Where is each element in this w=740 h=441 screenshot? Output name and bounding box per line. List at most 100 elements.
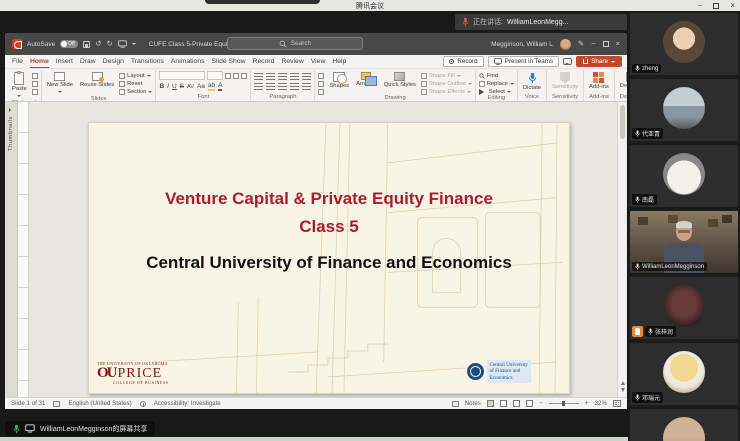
slide-number-indicator[interactable]: Slide 1 of 31	[11, 400, 45, 407]
justify-icon[interactable]	[290, 83, 299, 90]
character-spacing-button[interactable]: AV	[187, 84, 194, 90]
bullets-icon[interactable]	[254, 73, 263, 80]
participant-tile[interactable]: 代亚青	[630, 79, 738, 141]
replace-button[interactable]: Replace	[479, 81, 514, 87]
shapes-button[interactable]: Shapes	[327, 71, 351, 90]
tab-draw[interactable]: Draw	[80, 55, 96, 68]
ppt-close-icon[interactable]: ×	[616, 40, 620, 48]
comments-icon[interactable]	[563, 58, 572, 65]
tab-help[interactable]: Help	[332, 55, 346, 68]
sensitivity-button[interactable]: Sensitivity	[550, 71, 580, 91]
addins-button[interactable]: Add-ins	[587, 71, 611, 91]
share-toolbar-notch[interactable]	[205, 0, 320, 4]
tab-file[interactable]: File	[12, 55, 23, 68]
search-input[interactable]: Search	[227, 37, 363, 50]
paste-button[interactable]: Paste	[10, 71, 29, 100]
vertical-scrollbar[interactable]	[617, 102, 626, 397]
zoom-slider[interactable]	[549, 403, 579, 404]
undo-icon[interactable]: ↺	[95, 40, 101, 48]
copy-icon[interactable]	[32, 81, 38, 87]
thumbnails-pane[interactable]	[18, 102, 29, 397]
align-right-icon[interactable]	[278, 83, 287, 90]
align-center-icon[interactable]	[266, 83, 275, 90]
share-button[interactable]: Share	[576, 56, 622, 67]
format-painter-icon[interactable]	[32, 89, 38, 95]
reset-button[interactable]: Reset	[119, 81, 152, 87]
spell-check-icon[interactable]	[53, 401, 60, 407]
notes-button[interactable]: Notes	[465, 400, 481, 407]
dictate-button[interactable]: Dictate	[521, 71, 543, 92]
grow-font-icon[interactable]	[225, 73, 231, 79]
scrollbar-thumb[interactable]	[620, 105, 625, 139]
arrange-button[interactable]: Arrange	[354, 71, 379, 88]
tab-design[interactable]: Design	[103, 55, 124, 68]
save-icon[interactable]	[83, 41, 90, 48]
zoom-out-icon[interactable]: −	[539, 400, 543, 407]
decrease-indent-icon[interactable]	[278, 73, 287, 80]
text-highlight-button[interactable]: ab	[208, 82, 215, 91]
minimize-icon[interactable]: −	[698, 1, 703, 10]
reading-view-icon[interactable]	[513, 400, 520, 407]
increase-indent-icon[interactable]	[290, 73, 299, 80]
screen-share-banner[interactable]: WilliamLeonMegginson的屏幕共享	[5, 421, 155, 436]
change-case-button[interactable]: Aa	[197, 83, 205, 90]
strikethrough-button[interactable]: S	[180, 83, 184, 90]
normal-view-icon[interactable]	[487, 400, 494, 407]
slide[interactable]: Venture Capital & Private Equity Finance…	[88, 122, 570, 394]
zoom-knob[interactable]	[562, 401, 565, 406]
tab-animations[interactable]: Animations	[171, 55, 205, 68]
numbering-icon[interactable]	[266, 73, 275, 80]
quick-access-caret-icon[interactable]	[132, 43, 136, 47]
clear-formatting-icon[interactable]	[241, 73, 247, 79]
account-name[interactable]: Megginson, William L	[491, 41, 553, 48]
tab-view[interactable]: View	[311, 55, 326, 68]
bold-button[interactable]: B	[159, 83, 164, 90]
zoom-in-icon[interactable]: +	[585, 400, 589, 407]
fit-to-window-icon[interactable]	[613, 400, 621, 407]
italic-button[interactable]: I	[167, 83, 169, 90]
account-avatar[interactable]	[560, 39, 571, 50]
reuse-slides-button[interactable]: Reuse Slides	[78, 71, 116, 89]
align-left-icon[interactable]	[254, 83, 263, 90]
next-slide-icon[interactable]	[621, 388, 625, 394]
cut-icon[interactable]	[32, 73, 38, 79]
autosave-toggle[interactable]: Off	[60, 40, 78, 48]
tab-transitions[interactable]: Transitions	[131, 55, 164, 68]
language-indicator[interactable]: English (United States)	[68, 400, 131, 407]
tab-review[interactable]: Review	[281, 55, 303, 68]
find-button[interactable]: Find	[479, 73, 514, 79]
record-button[interactable]: Record	[443, 56, 483, 67]
designer-button[interactable]: Designer	[618, 71, 627, 90]
quick-styles-button[interactable]: Quick Styles	[382, 71, 418, 89]
participant-tile[interactable]: zheng	[630, 13, 738, 75]
shape-outline-button[interactable]: Shape Outline	[421, 81, 472, 87]
slide-sorter-view-icon[interactable]	[500, 400, 507, 407]
tab-slide-show[interactable]: Slide Show	[212, 55, 246, 68]
participant-tile[interactable]: 邓瑞元	[630, 343, 738, 405]
tab-record[interactable]: Record	[253, 55, 275, 68]
participant-tile-speaking[interactable]: WilliamLeonMegginson	[630, 211, 738, 273]
expand-thumbnails-icon[interactable]	[9, 108, 13, 112]
previous-slide-icon[interactable]	[621, 379, 625, 385]
close-icon[interactable]: ×	[730, 1, 735, 10]
participant-tile[interactable]: 南磊	[630, 145, 738, 207]
tab-insert[interactable]: Insert	[56, 55, 73, 68]
shape-fill-button[interactable]: Shape Fill	[421, 73, 472, 79]
ppt-restore-icon[interactable]	[603, 41, 609, 47]
underline-button[interactable]: U	[172, 83, 177, 90]
layout-button[interactable]: Layout	[119, 73, 152, 79]
new-slide-button[interactable]: New Slide	[45, 71, 75, 96]
font-size-combo[interactable]	[207, 71, 223, 80]
zoom-level[interactable]: 32%	[595, 400, 607, 407]
slideshow-view-icon[interactable]	[526, 400, 533, 407]
redo-icon[interactable]: ↻	[106, 40, 112, 48]
participant-tile[interactable]: 张梓润	[630, 277, 738, 339]
columns-icon[interactable]	[302, 83, 311, 90]
ppt-minimize-icon[interactable]: −	[591, 40, 595, 48]
thumbnails-rail[interactable]: Thumbnails	[5, 102, 18, 397]
text-direction-icon[interactable]	[318, 73, 324, 79]
participant-tile[interactable]	[630, 409, 738, 441]
font-name-combo[interactable]	[159, 71, 205, 80]
present-in-teams-button[interactable]: Present in Teams	[488, 56, 560, 67]
tab-home[interactable]: Home	[30, 55, 49, 68]
